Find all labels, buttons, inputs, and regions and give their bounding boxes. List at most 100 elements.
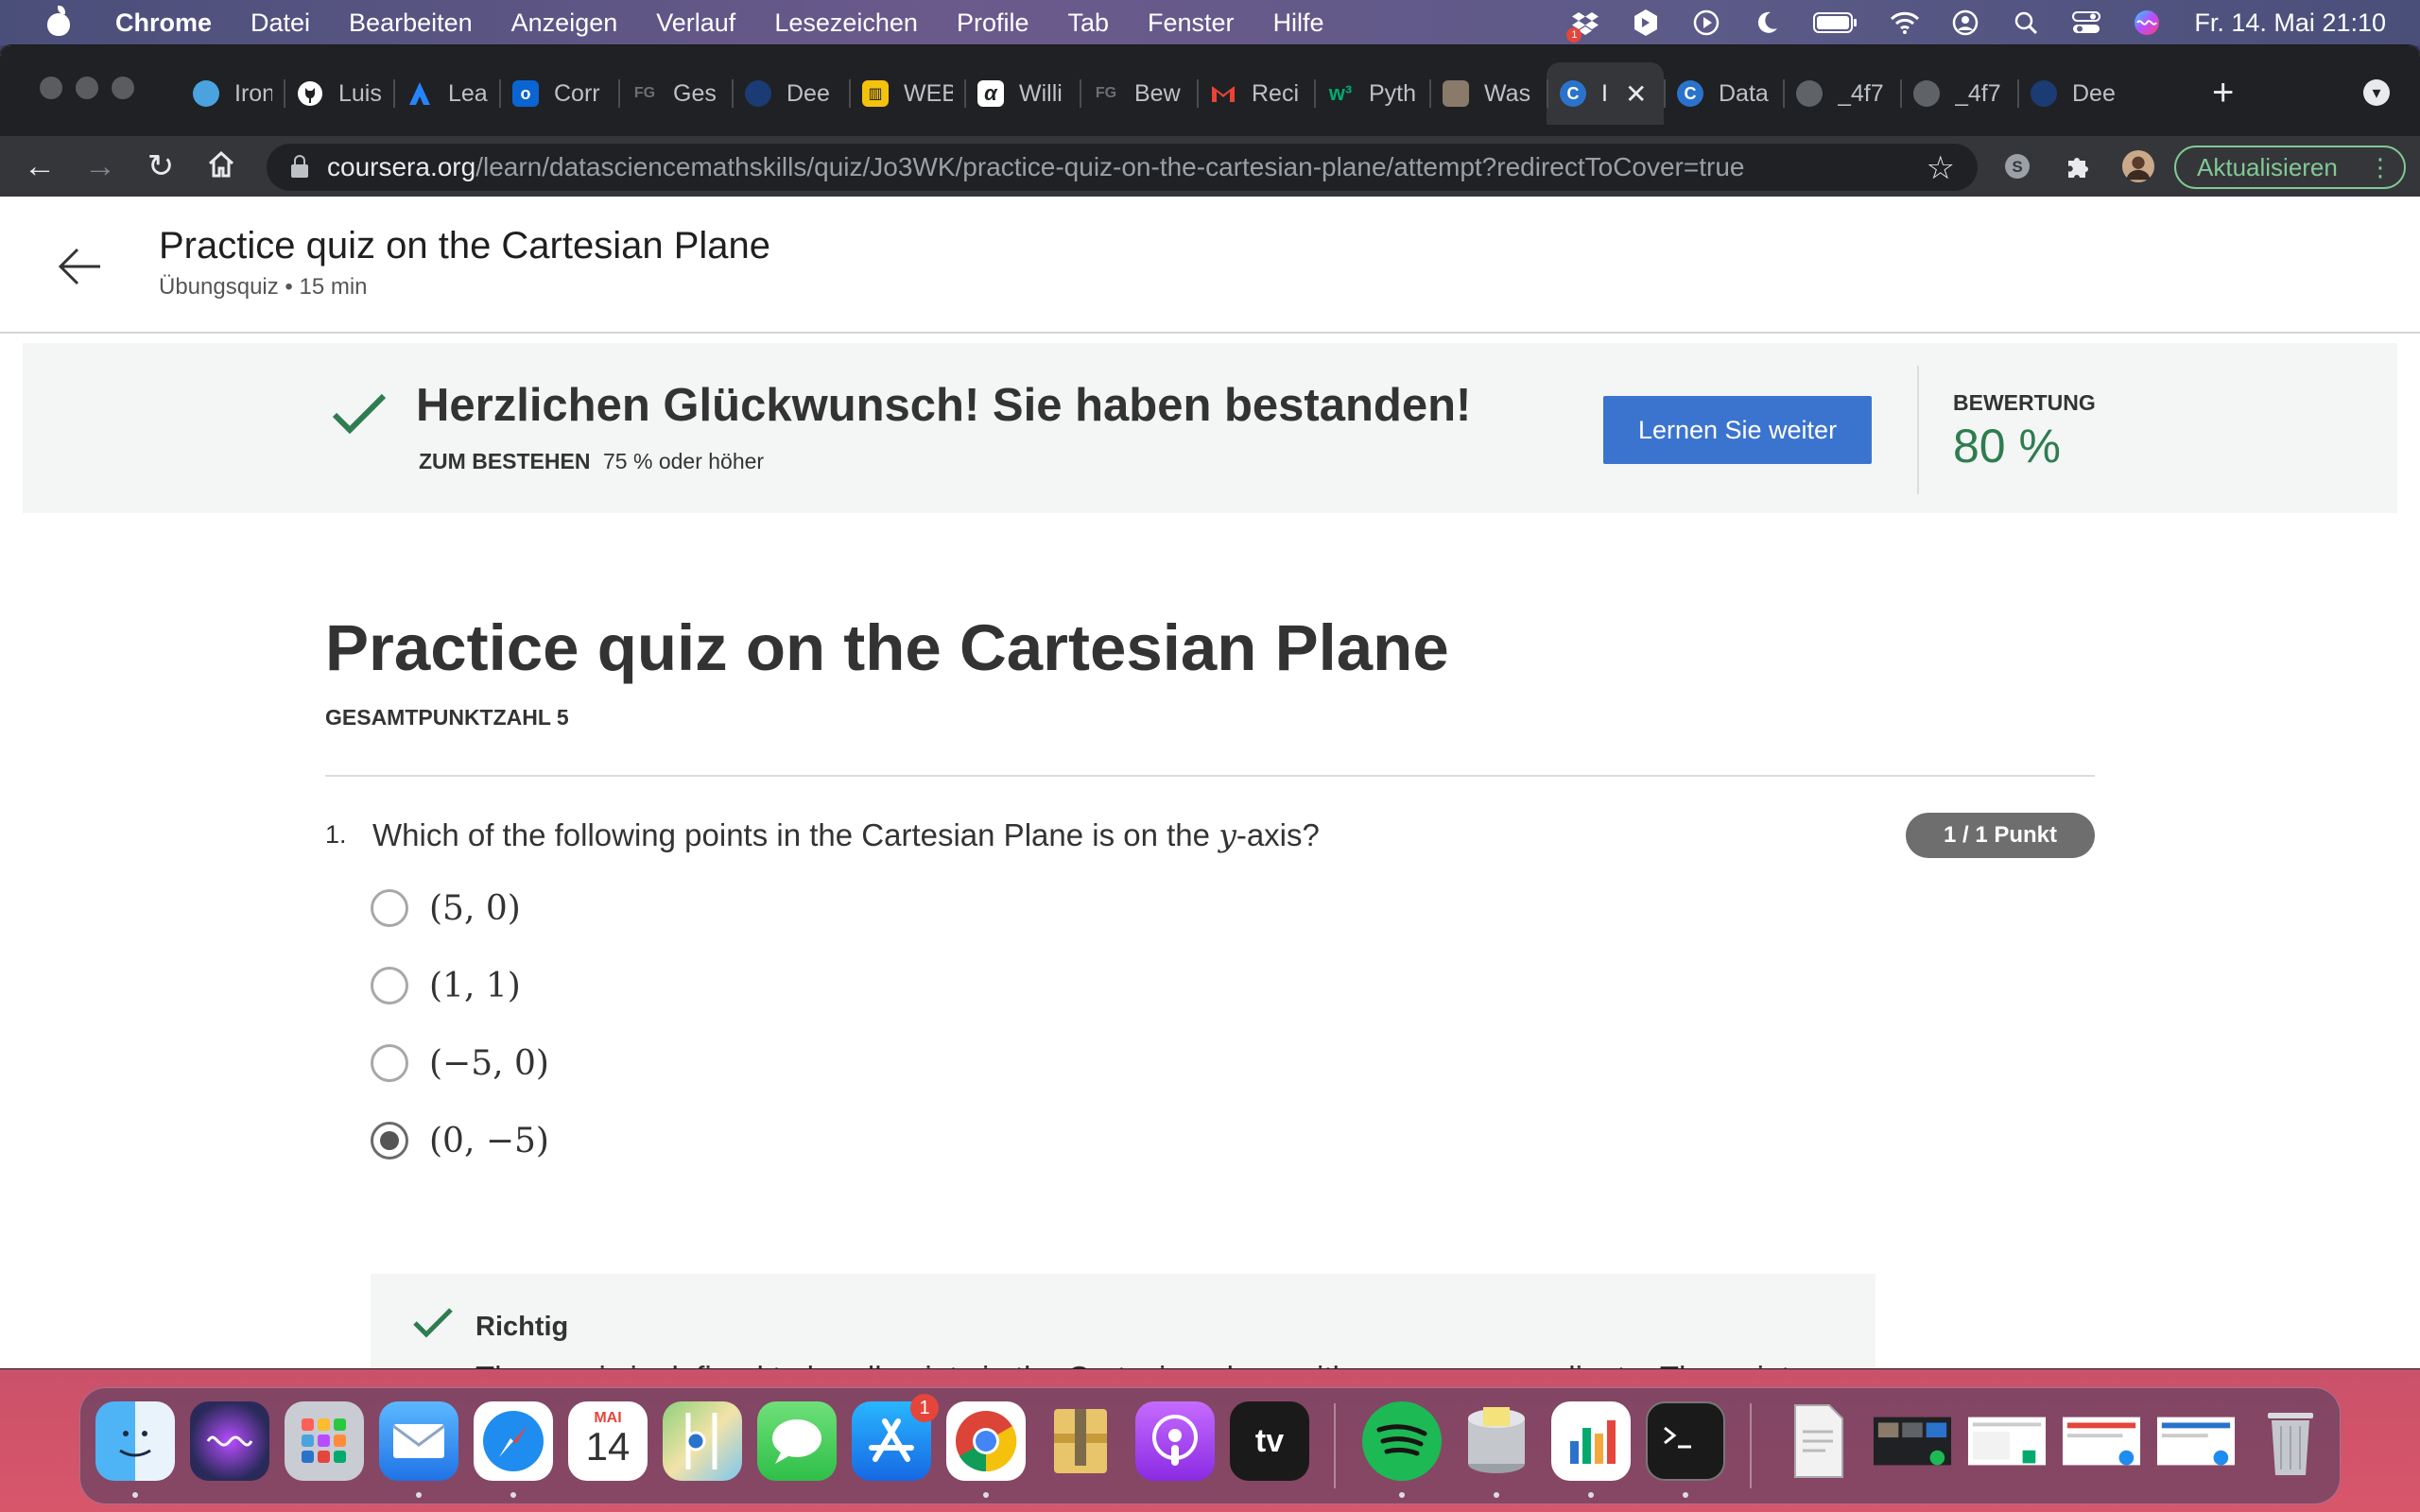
window-close-button[interactable] [40,77,62,99]
question-text-part: Which of the following points in the Car… [372,817,1219,852]
trash-icon[interactable] [2251,1401,2330,1481]
minimized-window-thumbnail[interactable] [2062,1401,2141,1481]
dropbox-icon[interactable]: 1 [1566,9,1600,43]
launchpad-icon[interactable] [285,1401,364,1481]
tab-willi[interactable]: α Willi [964,62,1080,125]
numbers-icon[interactable] [1551,1401,1631,1481]
menu-hilfe[interactable]: Hilfe [1273,9,1324,38]
cube-app-icon[interactable] [1631,9,1661,37]
banner-title: Herzlichen Glückwunsch! Sie haben bestan… [416,380,1472,431]
menu-verlauf[interactable]: Verlauf [656,9,735,38]
maps-icon[interactable] [663,1401,742,1481]
tab-github[interactable]: Luis [284,62,393,125]
home-icon[interactable] [204,149,238,183]
radio-button[interactable] [371,1044,408,1082]
spotify-icon[interactable] [1362,1401,1442,1481]
siri-icon[interactable] [190,1401,269,1481]
safari-icon[interactable] [474,1401,553,1481]
moon-icon[interactable] [1752,9,1782,37]
podcasts-icon[interactable] [1135,1401,1215,1481]
tab-label: Luis [338,79,382,107]
document-stack-icon[interactable] [1778,1401,1858,1481]
terminal-icon[interactable] [1646,1401,1725,1481]
back-arrow-icon[interactable]: ← [23,149,57,183]
answer-option[interactable]: (−5, 0) [371,1041,549,1085]
tab-was[interactable]: Was [1429,62,1547,125]
menubar-clock[interactable]: Fr. 14. Mai 21:10 [2194,9,2386,38]
reload-icon[interactable]: ↻ [144,149,178,183]
tab-outlook[interactable]: o Corr [499,62,618,125]
answer-option[interactable]: (5, 0) [371,886,521,930]
minimized-window-thumbnail[interactable] [1967,1401,2047,1481]
tab-ironhack[interactable]: Iron [180,62,284,125]
running-indicator [1494,1492,1499,1498]
menu-datei[interactable]: Datei [251,9,310,38]
radio-button-selected[interactable] [371,1122,408,1160]
dock-separator [1750,1403,1752,1488]
answer-option-selected[interactable]: (0, −5) [371,1119,549,1162]
tab-4f7-2[interactable]: _4f7 [1900,62,2017,125]
messages-icon[interactable] [757,1401,837,1481]
close-tab-icon[interactable]: ✕ [1625,78,1647,110]
tab-4f7-1[interactable]: _4f7 [1783,62,1900,125]
tab-web[interactable]: ▥ WEB [849,62,964,125]
update-button[interactable]: Aktualisieren ⋮ [2174,146,2406,189]
apple-tv-icon[interactable]: tv [1230,1401,1309,1481]
lock-icon[interactable] [291,155,308,178]
globe-favicon-icon [745,80,771,107]
tab-dee-1[interactable]: Dee [732,62,849,125]
extensions-puzzle-icon[interactable] [2061,149,2095,183]
user-circle-icon[interactable] [1950,9,1980,37]
new-tab-plus-icon[interactable]: + [2212,74,2234,112]
address-bar[interactable]: coursera.org/learn/datasciencemathskills… [267,144,1978,191]
finder-icon[interactable] [95,1401,175,1481]
apple-menu-icon[interactable] [40,6,78,38]
tab-label: Pyth [1369,79,1417,107]
tab-atlassian[interactable]: Lear [393,62,499,125]
tab-fg-bew[interactable]: FG Bew [1080,62,1197,125]
minimized-window-thumbnail[interactable] [1873,1401,1952,1481]
minimized-window-thumbnail[interactable] [2156,1401,2236,1481]
math-variable: y [538,1359,556,1368]
window-zoom-button[interactable] [112,77,134,99]
skype-extension-icon[interactable]: S [2000,149,2034,183]
play-circle-icon[interactable] [1691,9,1721,37]
control-center-icon[interactable] [2071,9,2101,37]
menu-tab[interactable]: Tab [1067,9,1109,38]
app-store-icon[interactable]: 1 [852,1394,939,1481]
spotlight-search-icon[interactable] [2011,9,2041,37]
answer-label: (5, 0) [429,888,521,928]
tab-fg-ges[interactable]: FG Ges [618,62,732,125]
menu-anzeigen[interactable]: Anzeigen [511,9,618,38]
radio-button[interactable] [371,967,408,1005]
menu-app-name[interactable]: Chrome [115,9,212,38]
profile-avatar[interactable] [2121,149,2155,183]
tab-w3schools[interactable]: w³ Pyth [1314,62,1429,125]
archive-utility-icon[interactable] [1041,1401,1120,1481]
sequel-pro-icon[interactable] [1457,1401,1536,1481]
window-minimize-button[interactable] [76,77,98,99]
bookmark-star-icon[interactable]: ☆ [1927,149,1955,187]
tab-coursera-data[interactable]: C Data [1664,62,1783,125]
forward-arrow-icon[interactable]: → [83,149,117,183]
mail-icon[interactable] [379,1401,458,1481]
battery-icon[interactable] [1812,9,1859,37]
menu-lesezeichen[interactable]: Lesezeichen [774,9,918,38]
chrome-icon[interactable] [946,1401,1026,1481]
tab-search-chevron-icon[interactable]: ▾ [2363,79,2390,106]
tab-coursera-active[interactable]: C I ✕ [1547,62,1664,125]
calendar-icon[interactable]: MAI 14 [568,1401,648,1481]
menu-fenster[interactable]: Fenster [1148,9,1235,38]
menu-profile[interactable]: Profile [957,9,1029,38]
more-vertical-icon[interactable]: ⋮ [2368,153,2393,181]
wifi-icon[interactable] [1890,9,1920,37]
answer-option[interactable]: (1, 1) [371,964,521,1007]
tab-dee-2[interactable]: Dee [2017,62,2136,125]
running-indicator [1399,1492,1405,1498]
tab-gmail[interactable]: Reci [1197,62,1314,125]
back-arrow-icon[interactable] [55,242,104,291]
menu-bearbeiten[interactable]: Bearbeiten [349,9,473,38]
siri-icon[interactable] [2132,9,2162,37]
continue-learning-button[interactable]: Lernen Sie weiter [1603,396,1872,464]
radio-button[interactable] [371,889,408,927]
